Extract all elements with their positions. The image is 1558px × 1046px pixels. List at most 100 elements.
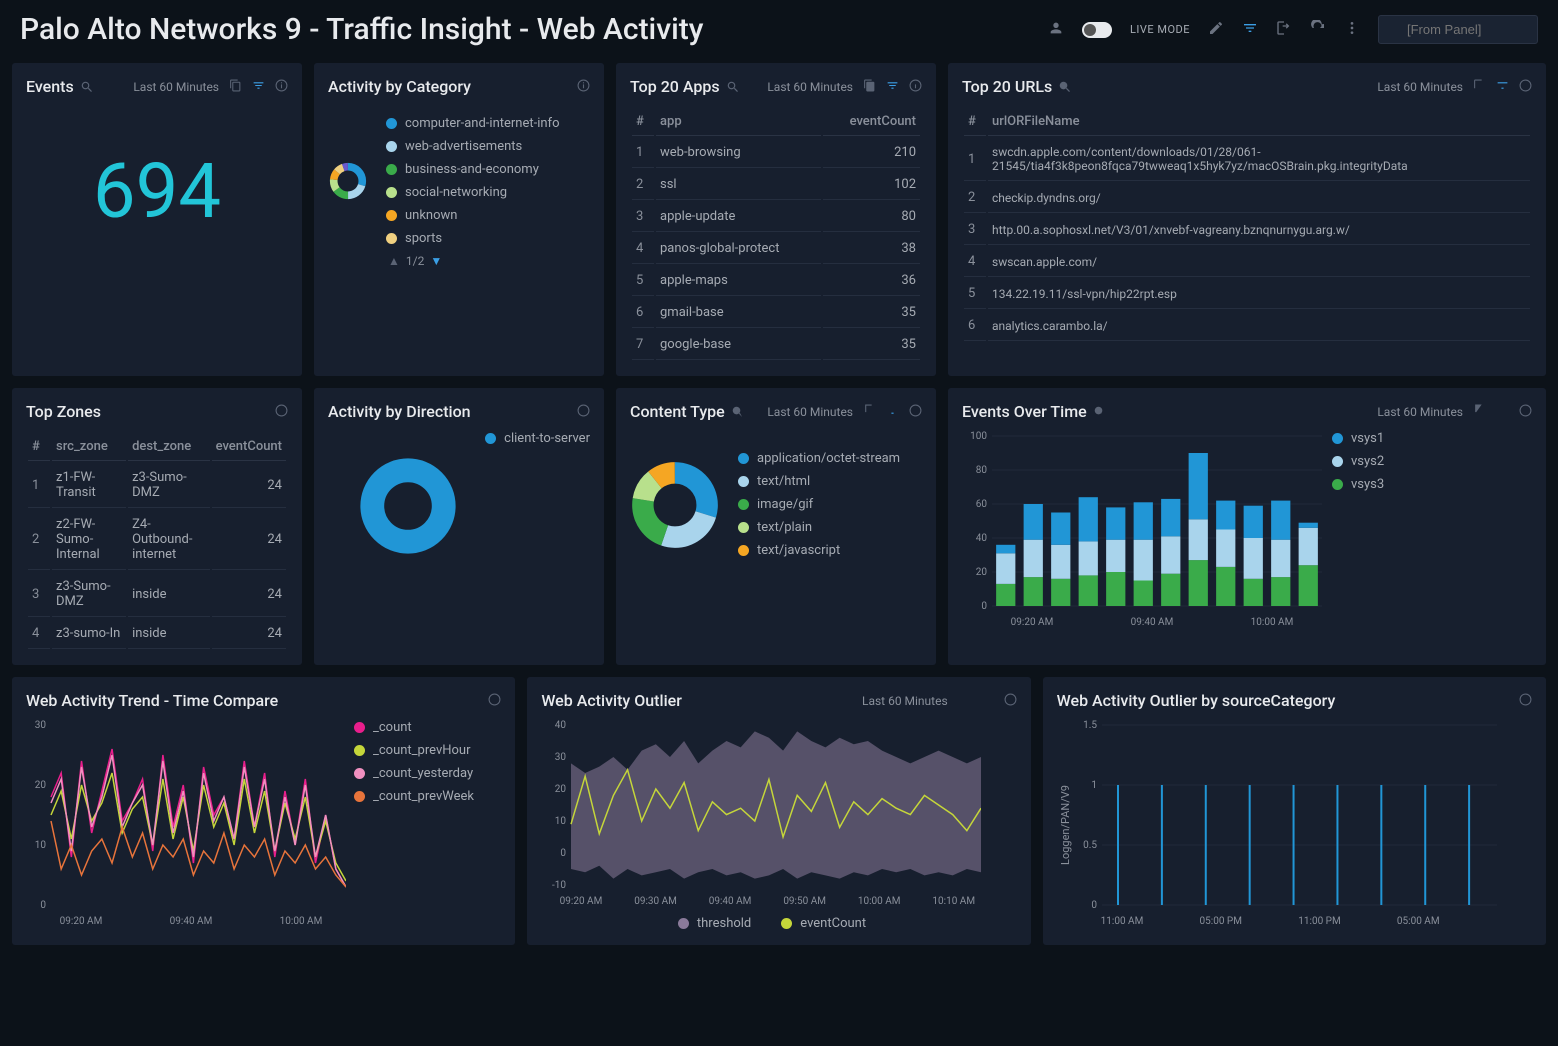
- legend-item[interactable]: business-and-economy: [386, 162, 560, 177]
- legend-item[interactable]: vsys3: [1332, 477, 1384, 492]
- panel-outlier-title: Web Activity Outlier: [541, 691, 702, 710]
- legend-item[interactable]: social-networking: [386, 185, 560, 200]
- more-icon[interactable]: [1344, 20, 1360, 40]
- svg-text:20: 20: [555, 784, 567, 795]
- header-controls: LIVE MODE: [1048, 15, 1538, 44]
- table-row[interactable]: 2checkip.dyndns.org/: [964, 183, 1530, 213]
- legend-item[interactable]: sports: [386, 231, 560, 246]
- table-row[interactable]: 1swcdn.apple.com/content/downloads/01/28…: [964, 138, 1530, 181]
- chevron-down-icon[interactable]: ▼: [430, 254, 442, 268]
- line-chart-trend: 010203009:20 AM09:40 AM10:00 AM: [26, 720, 346, 930]
- table-row[interactable]: 1web-browsing210: [632, 138, 920, 168]
- filter-icon[interactable]: [981, 693, 994, 709]
- table-row[interactable]: 2ssl102: [632, 170, 920, 200]
- svg-text:20: 20: [976, 567, 988, 578]
- panel-events-over-time: Events Over Time Last 60 Minutes 0204060…: [948, 388, 1546, 665]
- magnify-icon[interactable]: [1093, 405, 1107, 419]
- top-zones-table: # src_zone dest_zone eventCount 1z1-FW-T…: [26, 431, 288, 651]
- info-icon[interactable]: [1519, 404, 1532, 420]
- info-icon[interactable]: [1519, 693, 1532, 709]
- legend-item[interactable]: unknown: [386, 208, 560, 223]
- legend-item[interactable]: vsys1: [1332, 431, 1384, 446]
- info-icon[interactable]: [577, 404, 590, 420]
- info-icon[interactable]: [1519, 79, 1532, 95]
- copy-icon[interactable]: [229, 79, 242, 95]
- time-range-input[interactable]: [1378, 15, 1538, 44]
- legend-item[interactable]: web-advertisements: [386, 139, 560, 154]
- magnify-icon[interactable]: [80, 80, 94, 94]
- legend-item[interactable]: _count_yesterday: [354, 766, 474, 781]
- table-row[interactable]: 6analytics.carambo.la/: [964, 311, 1530, 341]
- svg-text:10:00 AM: 10:00 AM: [280, 916, 323, 927]
- legend-item[interactable]: application/octet-stream: [738, 451, 900, 466]
- svg-text:30: 30: [555, 752, 567, 763]
- edit-icon[interactable]: [1208, 20, 1224, 40]
- table-row[interactable]: 4panos-global-protect38: [632, 234, 920, 264]
- bar-chart-events-over-time: 02040608010009:20 AM09:40 AM10:00 AM: [962, 431, 1322, 631]
- table-row[interactable]: 7google-base35: [632, 330, 920, 360]
- legend-item[interactable]: eventCount: [781, 916, 866, 931]
- live-mode-toggle[interactable]: [1082, 22, 1112, 38]
- table-row[interactable]: 5apple-maps36: [632, 266, 920, 296]
- legend-item[interactable]: text/plain: [738, 520, 900, 535]
- svg-text:-10: -10: [552, 880, 566, 891]
- svg-text:09:20 AM: 09:20 AM: [1011, 617, 1054, 628]
- legend-item[interactable]: _count: [354, 720, 474, 735]
- legend-item[interactable]: threshold: [678, 916, 751, 931]
- copy-icon[interactable]: [1473, 79, 1486, 95]
- legend-direction: client-to-server: [485, 431, 590, 446]
- refresh-icon[interactable]: [1310, 20, 1326, 40]
- panel-events-over-time-title: Events Over Time: [962, 402, 1107, 421]
- filter-icon[interactable]: [1242, 20, 1258, 40]
- filter-icon[interactable]: [1496, 79, 1509, 95]
- magnify-icon[interactable]: [726, 80, 740, 94]
- svg-text:80: 80: [976, 465, 988, 476]
- legend-item[interactable]: vsys2: [1332, 454, 1384, 469]
- filter-icon[interactable]: [252, 79, 265, 95]
- top-urls-table: # urlORFileName 1swcdn.apple.com/content…: [962, 106, 1532, 343]
- table-row[interactable]: 3apple-update80: [632, 202, 920, 232]
- svg-text:30: 30: [35, 720, 47, 731]
- panel-content-type: Content Type Last 60 Minutes application…: [616, 388, 936, 665]
- info-icon[interactable]: [1004, 693, 1017, 709]
- table-row[interactable]: 3http.00.a.sophosxl.net/V3/01/xnvebf-vag…: [964, 215, 1530, 245]
- legend-item[interactable]: _count_prevHour: [354, 743, 474, 758]
- legend-pager[interactable]: ▲ 1/2 ▼: [328, 254, 590, 268]
- filter-icon[interactable]: [886, 404, 899, 420]
- magnify-icon[interactable]: [688, 694, 702, 708]
- info-icon[interactable]: [275, 404, 288, 420]
- legend-item[interactable]: text/javascript: [738, 543, 900, 558]
- panel-activity-direction: Activity by Direction client-to-server: [314, 388, 604, 665]
- table-row[interactable]: 6gmail-base35: [632, 298, 920, 328]
- share-icon[interactable]: [1276, 20, 1292, 40]
- info-icon[interactable]: [275, 79, 288, 95]
- legend-item[interactable]: _count_prevWeek: [354, 789, 474, 804]
- legend-item[interactable]: text/html: [738, 474, 900, 489]
- svg-text:0: 0: [1091, 900, 1097, 911]
- copy-icon[interactable]: [1473, 404, 1486, 420]
- info-icon[interactable]: [909, 404, 922, 420]
- magnify-icon[interactable]: [731, 405, 745, 419]
- copy-icon[interactable]: [863, 404, 876, 420]
- table-row[interactable]: 2z2-FW-Sumo-InternalZ4-Outbound-internet…: [28, 510, 286, 570]
- svg-text:09:40 AM: 09:40 AM: [170, 916, 213, 927]
- table-row[interactable]: 1z1-FW-Transitz3-Sumo-DMZ24: [28, 463, 286, 508]
- filter-icon[interactable]: [886, 79, 899, 95]
- info-icon[interactable]: [909, 79, 922, 95]
- chevron-up-icon[interactable]: ▲: [388, 254, 400, 268]
- table-row[interactable]: 4z3-sumo-Ininside24: [28, 619, 286, 649]
- filter-icon[interactable]: [1496, 404, 1509, 420]
- legend-item[interactable]: image/gif: [738, 497, 900, 512]
- info-icon[interactable]: [488, 693, 501, 709]
- info-icon[interactable]: [577, 79, 590, 95]
- copy-icon[interactable]: [958, 693, 971, 709]
- magnify-icon[interactable]: [1058, 80, 1072, 94]
- time-range-input-wrap[interactable]: [1378, 15, 1538, 44]
- user-icon[interactable]: [1048, 20, 1064, 40]
- legend-item[interactable]: computer-and-internet-info: [386, 116, 560, 131]
- table-row[interactable]: 3z3-Sumo-DMZinside24: [28, 572, 286, 617]
- copy-icon[interactable]: [863, 79, 876, 95]
- legend-item[interactable]: client-to-server: [485, 431, 590, 446]
- table-row[interactable]: 4swscan.apple.com/: [964, 247, 1530, 277]
- table-row[interactable]: 5134.22.19.11/ssl-vpn/hip22rpt.esp: [964, 279, 1530, 309]
